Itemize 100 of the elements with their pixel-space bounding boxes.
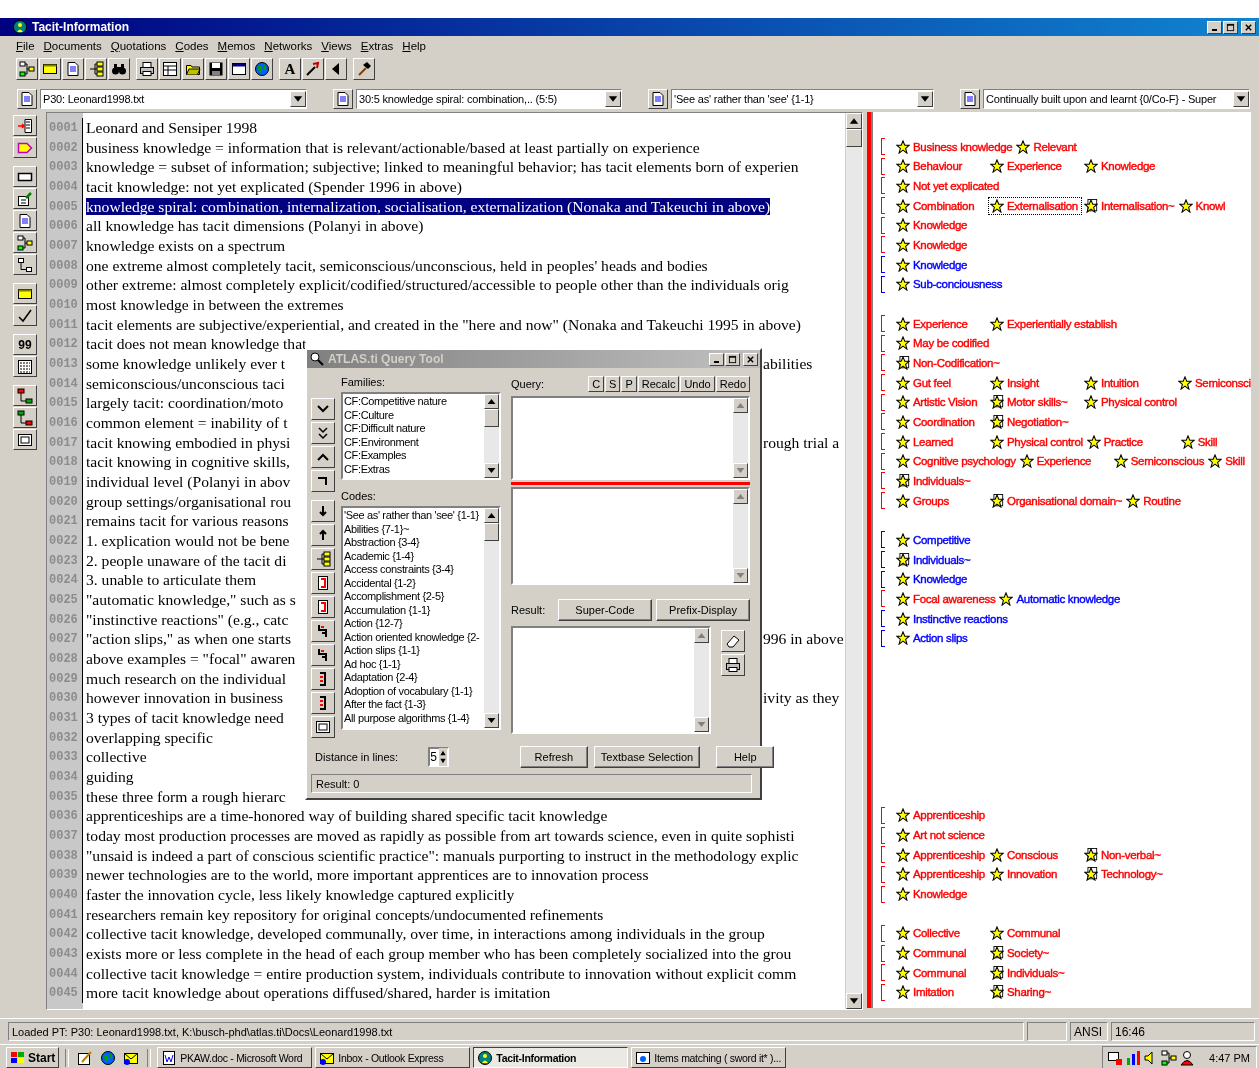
operator-button[interactable] (311, 692, 335, 714)
globe-icon[interactable] (100, 1049, 117, 1066)
table-button[interactable] (159, 58, 181, 80)
list-item[interactable]: Adaptation {2-4} (344, 671, 484, 685)
list-item[interactable]: Action oriented knowledge {2- (344, 630, 484, 644)
close-button[interactable] (1241, 20, 1256, 34)
code-tag[interactable]: Experience (894, 314, 988, 333)
maximize-button[interactable] (1223, 20, 1238, 34)
code-tag[interactable]: Cognitive psychology (894, 452, 1018, 471)
text-line[interactable]: these three form a rough hierarc (86, 787, 286, 805)
minimize-button[interactable] (1207, 20, 1222, 34)
print-button[interactable] (721, 654, 745, 676)
menu-item[interactable]: Views (321, 40, 352, 52)
code-tag[interactable]: Externalisation (988, 196, 1082, 215)
code-tag[interactable]: May be codified (894, 334, 992, 353)
list-item[interactable]: CF:Extras (344, 462, 484, 476)
operator-button[interactable] (311, 572, 335, 594)
text-line[interactable]: above examples = "focal" awaren (86, 649, 296, 667)
text-line[interactable]: tacit elements are subjective/experiential, and created in the "here and now" (Nonaka and Takeuchi 1995 in above) (86, 315, 801, 333)
text-line[interactable]: group settings/organisational rou (86, 492, 291, 510)
code-tag[interactable]: Instinctive reactions (894, 609, 1010, 628)
monitor-icon[interactable] (1107, 1049, 1124, 1066)
rectangle-button[interactable] (13, 166, 37, 187)
text-line[interactable]: most knowledge in between the extremes (86, 295, 344, 313)
dialog-button[interactable]: Refresh (519, 746, 588, 768)
code-tag[interactable]: Routine (1124, 491, 1219, 510)
code-tag[interactable]: Relevant (1014, 137, 1109, 156)
text-line[interactable]: collective tacit knowledge = entire production system, individuals contribute to innovation without explicit comm (86, 964, 797, 982)
families-list[interactable]: CF:Competitive nature CF:Culture CF:Difficult nature CF:Environment CF:Examples CF:Extras (341, 392, 501, 480)
text-line[interactable]: ivity as they (763, 689, 845, 708)
list-item[interactable]: Access constraints {3-4} (344, 563, 484, 577)
code-tag[interactable]: Action slips (894, 629, 988, 648)
code-tag[interactable]: Knowledge (894, 570, 988, 589)
code-tag[interactable]: Knowledge (1082, 157, 1176, 176)
text-line[interactable]: largely tacit: coordination/moto (86, 394, 284, 412)
text-line[interactable]: knowledge = subset of information; subjective; linked to meaningful behavior; has tacit elements born of experien (86, 158, 799, 176)
binoculars-button[interactable] (108, 58, 130, 80)
result-box[interactable] (511, 626, 711, 734)
code-tag[interactable]: Non-Codification~ (894, 353, 1002, 372)
operator-button[interactable] (311, 524, 335, 546)
list-item[interactable]: CF:Competitive nature (344, 395, 484, 409)
code-tag[interactable]: Organisational domain~ (988, 491, 1125, 510)
code-tag[interactable]: Negotiation~ (988, 412, 1082, 431)
text-line[interactable]: business knowledge = information that is relevant/actionable/based at least partially on experience (86, 138, 700, 156)
dialog-button[interactable]: Help (716, 746, 775, 768)
operator-button[interactable] (311, 446, 335, 468)
code-tag[interactable]: Technology~ (1082, 865, 1176, 884)
tag-button[interactable] (13, 137, 37, 158)
code-tag[interactable]: Experientially establish (988, 314, 1119, 333)
text-line[interactable]: collective (86, 748, 147, 766)
code-tag[interactable]: Behaviour (894, 157, 988, 176)
code-tag[interactable]: Individuals~ (988, 963, 1082, 982)
text-line[interactable]: more tacit knowledge about operations diffused/shared, harder is imitation (86, 984, 551, 1002)
code-tag[interactable]: Skill (1178, 432, 1251, 451)
menu-item[interactable]: Networks (264, 40, 313, 52)
dialog-button[interactable]: Textbase Selection (593, 746, 701, 768)
code-tag[interactable]: Collective (894, 924, 988, 943)
linked-nodes-button[interactable] (13, 407, 37, 428)
query-box[interactable] (511, 396, 750, 480)
code-tag[interactable]: Internalisation~ (1082, 196, 1177, 215)
text-line[interactable]: tacit knowing in cognitive skills, (86, 453, 290, 471)
query-button[interactable]: P (621, 376, 637, 392)
code-tag[interactable]: Communal (988, 924, 1082, 943)
user-icon[interactable] (1179, 1049, 1196, 1066)
code-tag[interactable]: Non-verbal~ (1082, 845, 1176, 864)
code-tag[interactable]: Artistic Vision (894, 393, 988, 412)
code-tag[interactable]: Focal awareness (894, 589, 998, 608)
code-tag[interactable]: Apprenticeship (894, 845, 988, 864)
list-item[interactable]: CF:Culture (344, 408, 484, 422)
quote-count-button[interactable]: 99 (13, 334, 37, 355)
operator-button[interactable] (311, 644, 335, 666)
text-line[interactable]: exists more or less complete in the head of each group member who has been completely socialized into the grou (86, 945, 792, 963)
list-item[interactable]: Adoption of vocabulary {1-1} (344, 684, 484, 698)
minimize-button[interactable] (709, 352, 724, 366)
text-line[interactable]: Leonard and Sensiper 1998 (86, 118, 258, 136)
dropdown[interactable]: Continually built upon and learnt {0/Co-F} - Super (983, 88, 1250, 109)
text-line[interactable]: tacit knowing embodied in physi (86, 433, 291, 451)
code-tag[interactable]: Individuals~ (894, 550, 988, 569)
text-line[interactable]: one extreme almost completely tacit, semiconscious/unconscious, held in peoples' heads and bodies (86, 256, 708, 274)
eraser-button[interactable] (721, 630, 745, 652)
operator-button[interactable] (311, 470, 335, 492)
scroll-thumb[interactable] (484, 409, 499, 427)
list-item[interactable]: Action slips {1-1} (344, 644, 484, 658)
code-tag[interactable]: Knowledge (894, 235, 988, 254)
list-item[interactable]: 'See as' rather than 'see' {1-1} (344, 509, 484, 523)
hammer-arrow-button[interactable] (302, 58, 324, 80)
hammer-button[interactable] (353, 58, 375, 80)
scrollbar[interactable] (845, 113, 862, 1009)
close-button[interactable] (743, 352, 758, 366)
text-line[interactable]: 3 types of tacit knowledge need (86, 709, 284, 726)
connector-button[interactable] (13, 254, 37, 275)
code-tag[interactable]: Coordination (894, 412, 988, 431)
globe-button[interactable] (251, 58, 273, 80)
text-line[interactable]: much research on the individual (86, 669, 287, 687)
code-tag[interactable]: Innovation (988, 865, 1082, 884)
dropdown[interactable]: 30:5 knowledge spiral: combination,.. (5:5) (356, 88, 622, 109)
menu-item[interactable]: Extras (360, 40, 394, 52)
query-button[interactable]: Redo (715, 376, 750, 392)
result-option-button[interactable]: Prefix-Display (656, 599, 750, 621)
text-line[interactable]: individual level (Polanyi in abov (86, 472, 291, 490)
